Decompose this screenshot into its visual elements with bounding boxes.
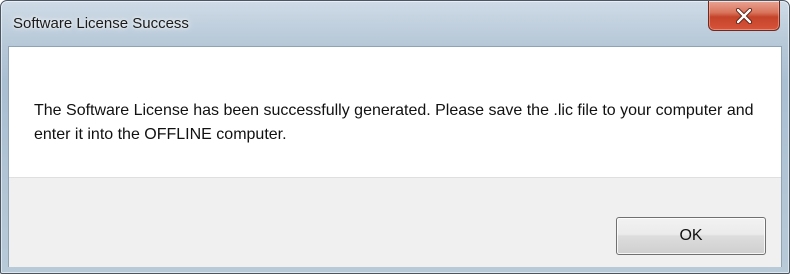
button-bar: OK [9, 177, 781, 267]
dialog-window: Software License Success The Software Li… [0, 0, 790, 274]
close-button[interactable] [708, 1, 780, 31]
title-bar[interactable]: Software License Success [1, 1, 789, 47]
window-title: Software License Success [13, 15, 189, 32]
message-area: The Software License has been successful… [9, 47, 781, 177]
dialog-message: The Software License has been successful… [34, 102, 754, 143]
ok-button[interactable]: OK [616, 217, 766, 255]
close-icon [709, 1, 779, 30]
dialog-body: The Software License has been successful… [8, 46, 782, 267]
